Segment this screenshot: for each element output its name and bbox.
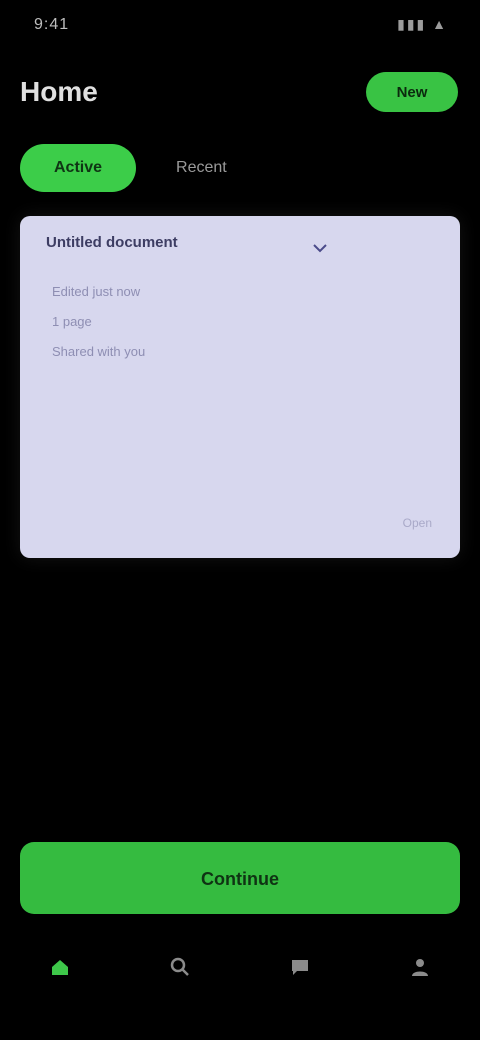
status-bar: 9:41 ▮▮▮ ▲ <box>0 0 480 56</box>
home-icon[interactable] <box>42 954 78 990</box>
card-line-3: Shared with you <box>52 344 146 359</box>
tab-recent[interactable]: Recent <box>154 144 249 192</box>
profile-icon[interactable] <box>402 954 438 990</box>
message-icon-svg <box>292 960 308 975</box>
card-line-1: Edited just now <box>52 284 141 299</box>
tab-active[interactable]: Active <box>20 144 137 192</box>
header: Home New <box>0 56 480 132</box>
message-icon[interactable] <box>282 954 318 990</box>
status-icons: ▮▮▮ ▲ <box>397 16 448 32</box>
card-open-link[interactable]: Open <box>403 516 432 530</box>
document-card[interactable]: Untitled document Edited just now 1 page… <box>20 216 460 558</box>
card-title: Untitled document <box>46 234 178 251</box>
card-line-2: 1 page <box>52 314 92 329</box>
chevron-down-icon-svg <box>313 244 327 253</box>
continue-button[interactable]: Continue <box>20 842 460 914</box>
page-title: Home <box>20 76 98 107</box>
status-time: 9:41 <box>34 16 70 33</box>
home-icon-svg <box>52 960 68 975</box>
bottom-nav <box>0 940 480 1004</box>
tab-bar: Active Recent <box>20 144 249 192</box>
search-icon-svg <box>170 957 189 976</box>
chevron-down-icon[interactable] <box>306 234 334 262</box>
new-button[interactable]: New <box>366 72 458 112</box>
search-icon[interactable] <box>162 954 198 990</box>
profile-icon-svg <box>412 959 428 976</box>
